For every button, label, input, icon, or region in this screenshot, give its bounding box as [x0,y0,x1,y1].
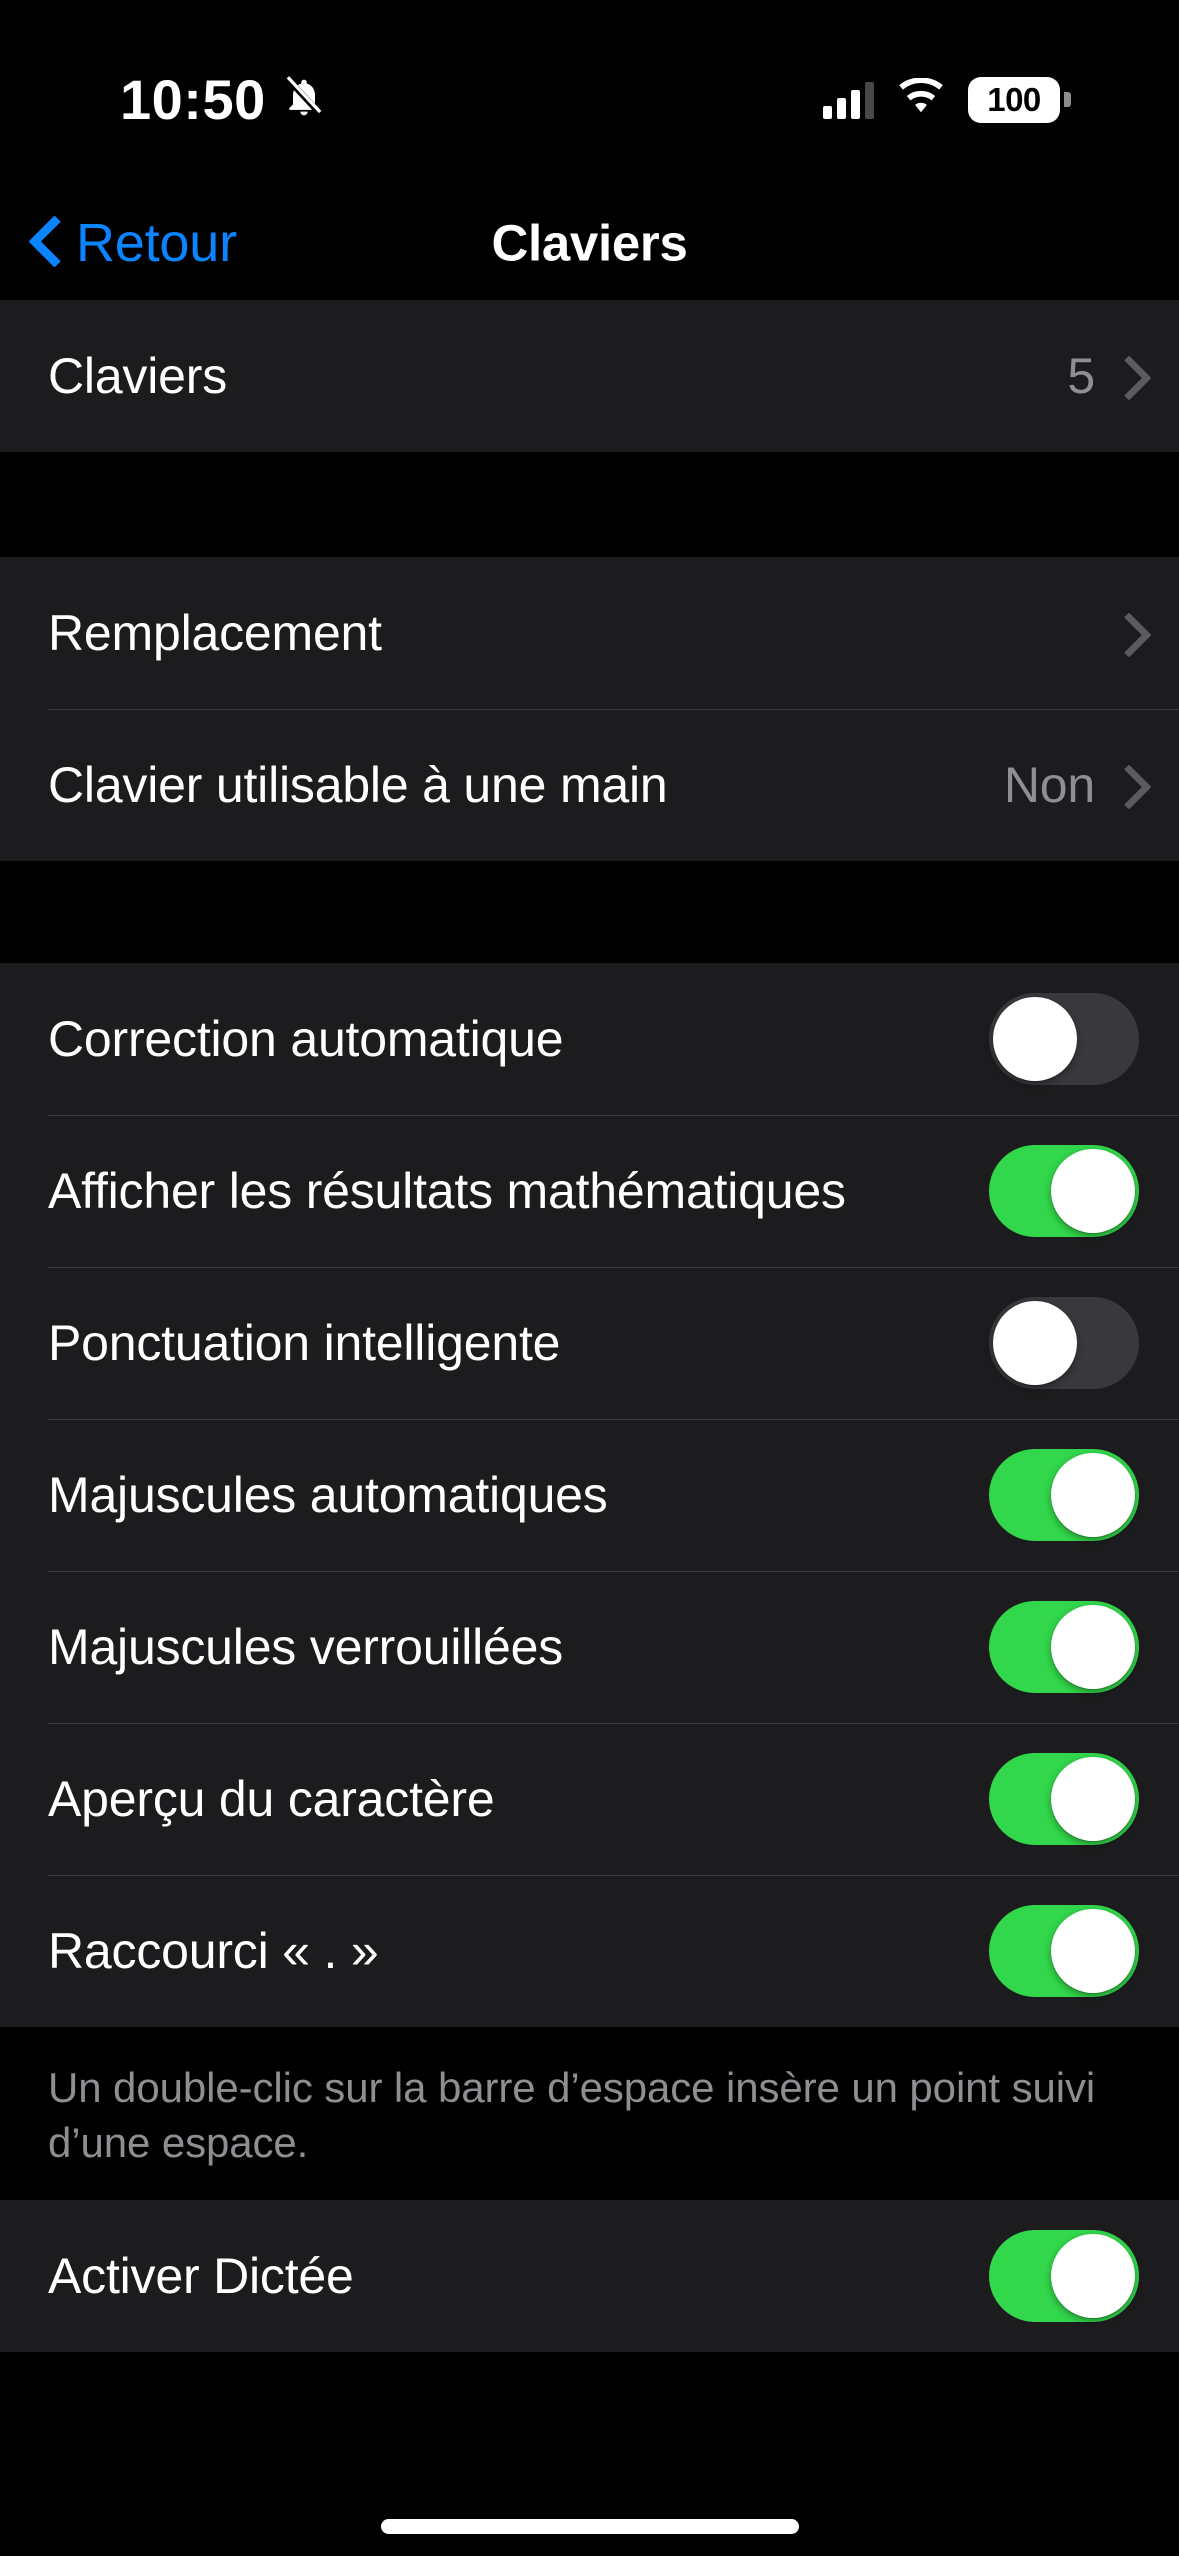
row-label: Aperçu du caractère [48,1770,495,1827]
status-bar-left: 10:50 [120,67,326,132]
toggle-knob [1051,1757,1135,1841]
iphone-settings-screen: 10:50 100 Retour Claviers Claviers 5 Rem… [0,0,1179,2556]
row-period-shortcut[interactable]: Raccourci « . » [0,1875,1179,2027]
row-auto-correction[interactable]: Correction automatique [0,963,1179,1115]
row-enable-dictation[interactable]: Activer Dictée [0,2200,1179,2353]
status-bar-clock: 10:50 [120,68,266,131]
toggle-knob [993,997,1077,1081]
row-claviers[interactable]: Claviers 5 [0,300,1179,452]
row-accessory: Non [1004,756,1139,814]
settings-group-typing-options: Correction automatique Afficher les résu… [0,963,1179,2027]
navigation-bar: Retour Claviers [0,185,1179,300]
settings-group-dictation: Activer Dictée [0,2200,1179,2353]
group-separator [0,452,1179,557]
row-accessory: 5 [1067,347,1139,405]
row-label: Afficher les résultats mathématiques [48,1162,846,1219]
bell-slash-icon [282,74,326,125]
row-label: Majuscules automatiques [48,1466,608,1523]
battery-full-icon: 100 [968,76,1071,123]
chevron-right-icon [1113,762,1139,808]
status-bar: 10:50 100 [0,0,1179,185]
row-label: Ponctuation intelligente [48,1314,561,1371]
toggle-knob [1051,2234,1135,2319]
toggle-period-shortcut[interactable] [989,1905,1139,1997]
toggle-enable-dictation[interactable] [989,2230,1139,2323]
row-label: Correction automatique [48,1010,564,1067]
row-label: Raccourci « . » [48,1922,379,1979]
battery-percent-label: 100 [968,76,1060,123]
row-value: 5 [1067,348,1095,404]
toggle-knob [1051,1909,1135,1993]
group-footer-note: Un double-clic sur la barre d’espace ins… [0,2027,1179,2201]
row-label: Clavier utilisable à une main [48,756,668,813]
toggle-caps-lock[interactable] [989,1601,1139,1693]
toggle-knob [1051,1453,1135,1537]
settings-group-keyboards: Claviers 5 [0,300,1179,452]
toggle-smart-punctuation[interactable] [989,1297,1139,1389]
toggle-auto-capitalization[interactable] [989,1449,1139,1541]
wifi-icon [896,77,946,121]
row-label: Remplacement [48,604,382,661]
cellular-bars-icon [823,81,874,119]
settings-group-text-replacement: Remplacement Clavier utilisable à une ma… [0,557,1179,861]
toggle-character-preview[interactable] [989,1753,1139,1845]
row-caps-lock[interactable]: Majuscules verrouillées [0,1571,1179,1723]
chevron-right-icon [1113,610,1139,656]
toggle-auto-correction[interactable] [989,993,1139,1085]
toggle-knob [1051,1605,1135,1689]
row-show-math-results[interactable]: Afficher les résultats mathématiques [0,1115,1179,1267]
row-one-handed-keyboard[interactable]: Clavier utilisable à une main Non [0,709,1179,861]
row-auto-capitalization[interactable]: Majuscules automatiques [0,1419,1179,1571]
battery-tip [1064,92,1071,107]
row-remplacement[interactable]: Remplacement [0,557,1179,709]
home-indicator[interactable] [380,2519,799,2534]
settings-list: Claviers 5 Remplacement Clavier utilisab… [0,300,1179,2353]
chevron-right-icon [1113,353,1139,399]
toggle-knob [1051,1149,1135,1233]
group-separator [0,861,1179,963]
row-label: Activer Dictée [48,2247,354,2304]
row-label: Majuscules verrouillées [48,1618,564,1675]
row-character-preview[interactable]: Aperçu du caractère [0,1723,1179,1875]
row-value: Non [1003,757,1095,813]
row-smart-punctuation[interactable]: Ponctuation intelligente [0,1267,1179,1419]
status-bar-right: 100 [823,76,1071,123]
page-title: Claviers [491,214,688,271]
row-accessory [1095,610,1139,656]
row-label: Claviers [48,347,227,404]
toggle-show-math-results[interactable] [989,1145,1139,1237]
toggle-knob [993,1301,1077,1385]
